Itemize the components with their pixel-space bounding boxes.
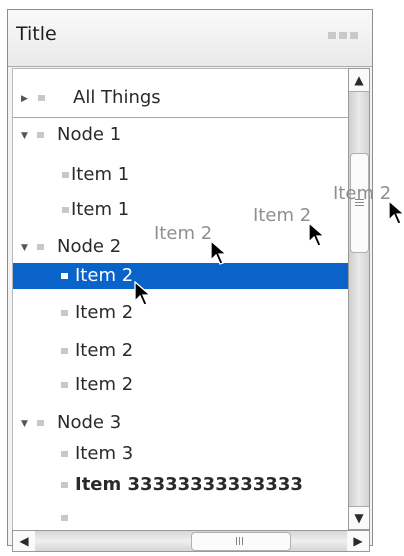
tree-row-label: Item 1	[71, 199, 130, 220]
tree-row-partial[interactable]	[13, 505, 348, 531]
square-bullet-icon	[61, 515, 68, 521]
scroll-right-button[interactable]: ▶	[347, 531, 369, 551]
tree-row-label: Item 3	[75, 443, 134, 464]
tree-row-item-3-long[interactable]: Item 33333333333333	[13, 472, 348, 498]
square-bullet-icon	[61, 273, 68, 279]
tree-row-label: Item 2	[75, 340, 134, 361]
tree-row-label: Item 2	[75, 302, 134, 323]
arrow-cursor-icon	[210, 240, 228, 265]
tree-row-label: Node 1	[57, 124, 122, 145]
tree-panel: Title ▶ All Things ▼ Node 1 Item 1 Item …	[7, 9, 373, 552]
tree-row-label: All Things	[73, 87, 161, 108]
square-bullet-icon	[37, 244, 44, 250]
triangle-down-icon[interactable]: ▼	[21, 123, 28, 149]
triangle-down-icon[interactable]: ▼	[21, 235, 28, 261]
control-dot-icon[interactable]	[328, 32, 336, 39]
control-dot-icon[interactable]	[339, 32, 347, 39]
tree-row-node-3[interactable]: ▼ Node 3	[13, 410, 348, 436]
tree-row-item-1[interactable]: Item 1	[13, 162, 348, 188]
title-bar[interactable]: Title	[8, 10, 372, 67]
tree-row-all-things[interactable]: ▶ All Things	[13, 85, 348, 111]
square-bullet-icon	[62, 207, 69, 213]
square-bullet-icon	[38, 95, 45, 101]
square-bullet-icon	[62, 172, 69, 178]
tree-row-label: Node 2	[57, 236, 122, 257]
tree-row-label: Item 33333333333333	[75, 474, 303, 495]
triangle-down-icon[interactable]: ▼	[21, 411, 28, 437]
square-bullet-icon	[37, 420, 44, 426]
drag-ghost-label: Item 2	[253, 205, 312, 226]
tree-row-label: Item 2	[75, 374, 134, 395]
square-bullet-icon	[61, 310, 68, 316]
divider	[13, 117, 348, 118]
square-bullet-icon	[37, 132, 44, 138]
square-bullet-icon	[61, 482, 68, 488]
panel-title: Title	[16, 23, 57, 45]
horizontal-scrollbar[interactable]: ◀ ▶	[12, 530, 370, 552]
square-bullet-icon	[61, 451, 68, 457]
vertical-scrollbar[interactable]: ▲ ▼	[348, 68, 370, 530]
tree-row-label: Item 1	[71, 164, 130, 185]
tree-row-item-2[interactable]: Item 2	[13, 300, 348, 326]
tree-row-item-3[interactable]: Item 3	[13, 441, 348, 467]
drag-ghost-label: Item 2	[333, 183, 392, 204]
square-bullet-icon	[61, 382, 68, 388]
scroll-up-button[interactable]: ▲	[349, 69, 369, 92]
tree-row-node-1[interactable]: ▼ Node 1	[13, 122, 348, 148]
arrow-cursor-icon	[308, 222, 326, 247]
tree-row-item-2[interactable]: Item 2	[13, 372, 348, 398]
horizontal-scroll-thumb[interactable]	[191, 532, 291, 551]
tree-row-item-2-selected[interactable]: Item 2	[13, 263, 348, 289]
scroll-down-button[interactable]: ▼	[349, 506, 369, 529]
arrow-cursor-icon	[134, 281, 152, 306]
window-controls[interactable]	[328, 32, 358, 39]
triangle-right-icon[interactable]: ▶	[21, 86, 28, 112]
scroll-left-button[interactable]: ◀	[13, 531, 35, 551]
control-dot-icon[interactable]	[350, 32, 358, 39]
arrow-cursor-icon	[388, 200, 404, 225]
drag-ghost-label: Item 2	[154, 223, 213, 244]
square-bullet-icon	[61, 348, 68, 354]
tree-row-label: Node 3	[57, 412, 122, 433]
tree-view[interactable]: ▶ All Things ▼ Node 1 Item 1 Item 1 ▼ No…	[12, 68, 349, 532]
grip-icon	[236, 537, 237, 545]
tree-row-label: Item 2	[75, 265, 134, 286]
tree-row-item-2[interactable]: Item 2	[13, 338, 348, 364]
